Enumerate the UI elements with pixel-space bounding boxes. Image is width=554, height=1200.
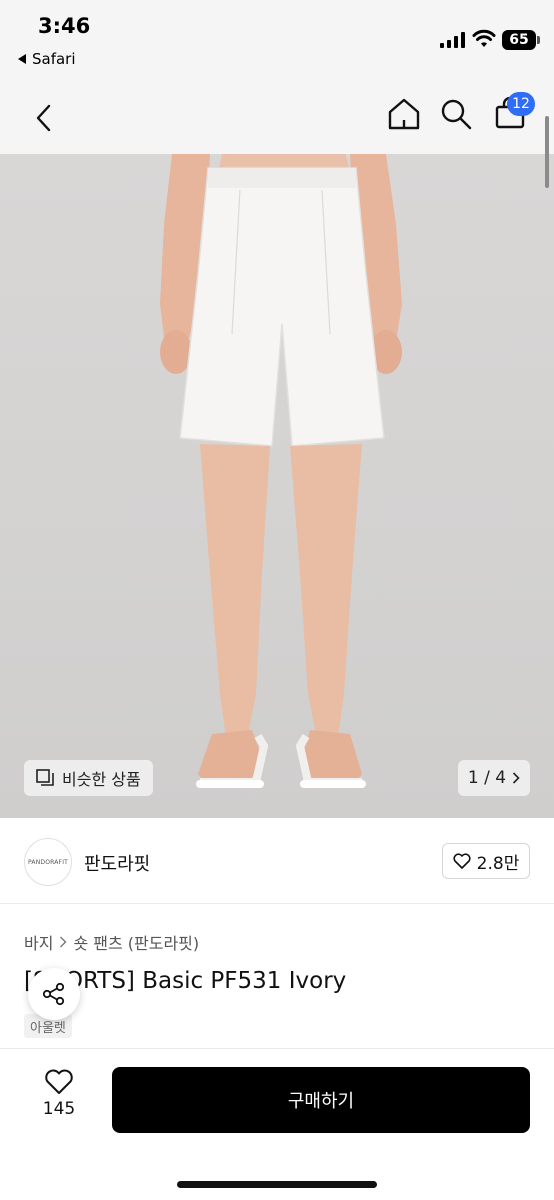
share-icon [42, 982, 65, 1006]
chevron-right-icon [60, 936, 67, 948]
wifi-icon [472, 29, 496, 47]
chevron-right-icon [513, 772, 520, 784]
favorite-button[interactable]: 145 [30, 1069, 88, 1129]
brand-name[interactable]: 판도라핏 [84, 850, 150, 876]
brand-like-count: 2.8만 [476, 853, 520, 874]
heart-icon [45, 1069, 73, 1094]
brand-logo[interactable]: PANDORAFIT [24, 838, 72, 886]
similar-products-label: 비슷한 상품 [62, 770, 141, 789]
product-image-gallery[interactable]: 비슷한 상품 1 / 4 [0, 154, 554, 818]
page-scroll-indicator [545, 116, 549, 188]
breadcrumb: 바지 숏 팬츠 (판도라핏) [24, 930, 199, 954]
status-bar: 3:46 Safari 65 [0, 0, 554, 84]
brand-like-button[interactable]: 2.8만 [442, 843, 530, 879]
back-button[interactable] [26, 98, 60, 138]
cart-count-badge: 12 [507, 92, 535, 116]
back-triangle-icon [18, 54, 26, 64]
home-indicator [177, 1181, 377, 1188]
heart-icon [453, 853, 471, 869]
product-photo [160, 154, 402, 788]
bottom-action-bar: 145 구매하기 [0, 1048, 554, 1200]
battery-indicator: 65 [502, 30, 540, 50]
breadcrumb-item-shorts[interactable]: 숏 팬츠 (판도라핏) [73, 930, 199, 954]
similar-products-button[interactable]: 비슷한 상품 [24, 760, 153, 796]
brand-row: PANDORAFIT 판도라핏 2.8만 [0, 818, 554, 904]
image-pager-text: 1 / 4 [467, 768, 507, 788]
cellular-signal-icon [440, 32, 465, 48]
home-icon[interactable] [384, 94, 424, 134]
similar-items-icon [36, 769, 54, 786]
product-nav-header [0, 84, 554, 154]
search-icon[interactable] [436, 94, 476, 134]
image-pager[interactable]: 1 / 4 [458, 760, 530, 796]
favorite-count: 145 [42, 1099, 76, 1119]
status-time: 3:46 [38, 14, 91, 38]
back-app-label: Safari [32, 50, 76, 68]
share-button[interactable] [28, 968, 80, 1020]
back-to-safari[interactable]: Safari [18, 50, 76, 68]
buy-button[interactable]: 구매하기 [112, 1067, 530, 1133]
back-chevron-icon [36, 104, 51, 132]
breadcrumb-item-pants[interactable]: 바지 [24, 930, 53, 954]
